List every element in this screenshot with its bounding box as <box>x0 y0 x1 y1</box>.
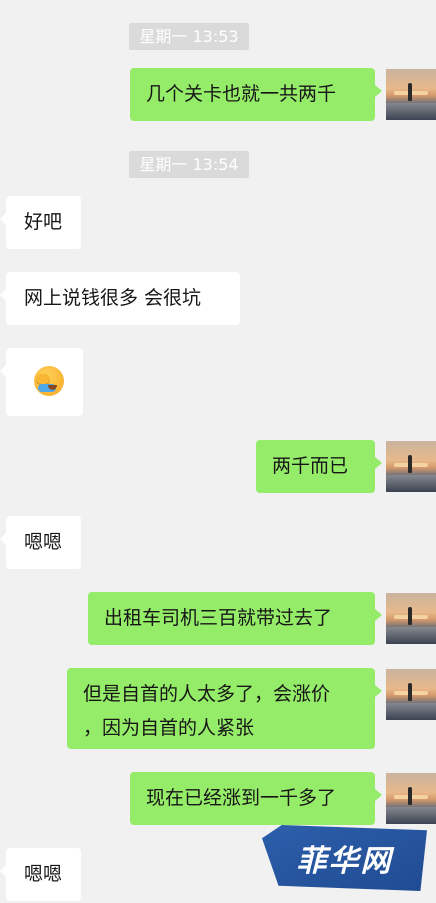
message-line: 但是自首的人太多了，会涨价 <box>83 683 331 705</box>
face-with-tears-emoji-icon <box>34 366 64 396</box>
timestamp: 星期一 13:53 <box>129 23 249 50</box>
avatar[interactable] <box>386 773 436 824</box>
avatar-reflection <box>386 703 436 720</box>
message-outgoing[interactable]: 几个关卡也就一共两千 <box>130 68 382 121</box>
avatar-figure <box>408 83 412 101</box>
avatar-figure <box>408 683 412 701</box>
avatar-figure <box>408 787 412 805</box>
watermark-logo: 菲华网 <box>262 825 427 891</box>
message-incoming[interactable]: 嗯嗯 <box>0 848 81 901</box>
message-line: ，因为自首的人紧张 <box>83 717 255 739</box>
avatar[interactable] <box>386 669 436 720</box>
emoji-hand <box>36 374 50 384</box>
watermark-text: 菲华网 <box>296 844 393 879</box>
timestamp: 星期一 13:54 <box>129 151 249 178</box>
avatar-reflection <box>386 475 436 492</box>
avatar-figure <box>408 455 412 473</box>
message-incoming[interactable]: 好吧 <box>0 196 81 249</box>
message-incoming[interactable]: 嗯嗯 <box>0 516 81 569</box>
avatar-reflection <box>386 807 436 824</box>
avatar-reflection <box>386 627 436 644</box>
message-outgoing[interactable]: 但是自首的人太多了，会涨价 ，因为自首的人紧张 <box>67 668 382 749</box>
message-incoming-emoji[interactable] <box>0 348 83 416</box>
avatar[interactable] <box>386 69 436 120</box>
avatar-reflection <box>386 103 436 120</box>
avatar[interactable] <box>386 593 436 644</box>
avatar-figure <box>408 607 412 625</box>
message-outgoing[interactable]: 现在已经涨到一千多了 <box>130 772 382 825</box>
message-incoming[interactable]: 网上说钱很多 会很坑 <box>0 272 240 325</box>
message-outgoing[interactable]: 出租车司机三百就带过去了 <box>88 592 382 645</box>
avatar[interactable] <box>386 441 436 492</box>
message-outgoing[interactable]: 两千而已 <box>256 440 382 493</box>
